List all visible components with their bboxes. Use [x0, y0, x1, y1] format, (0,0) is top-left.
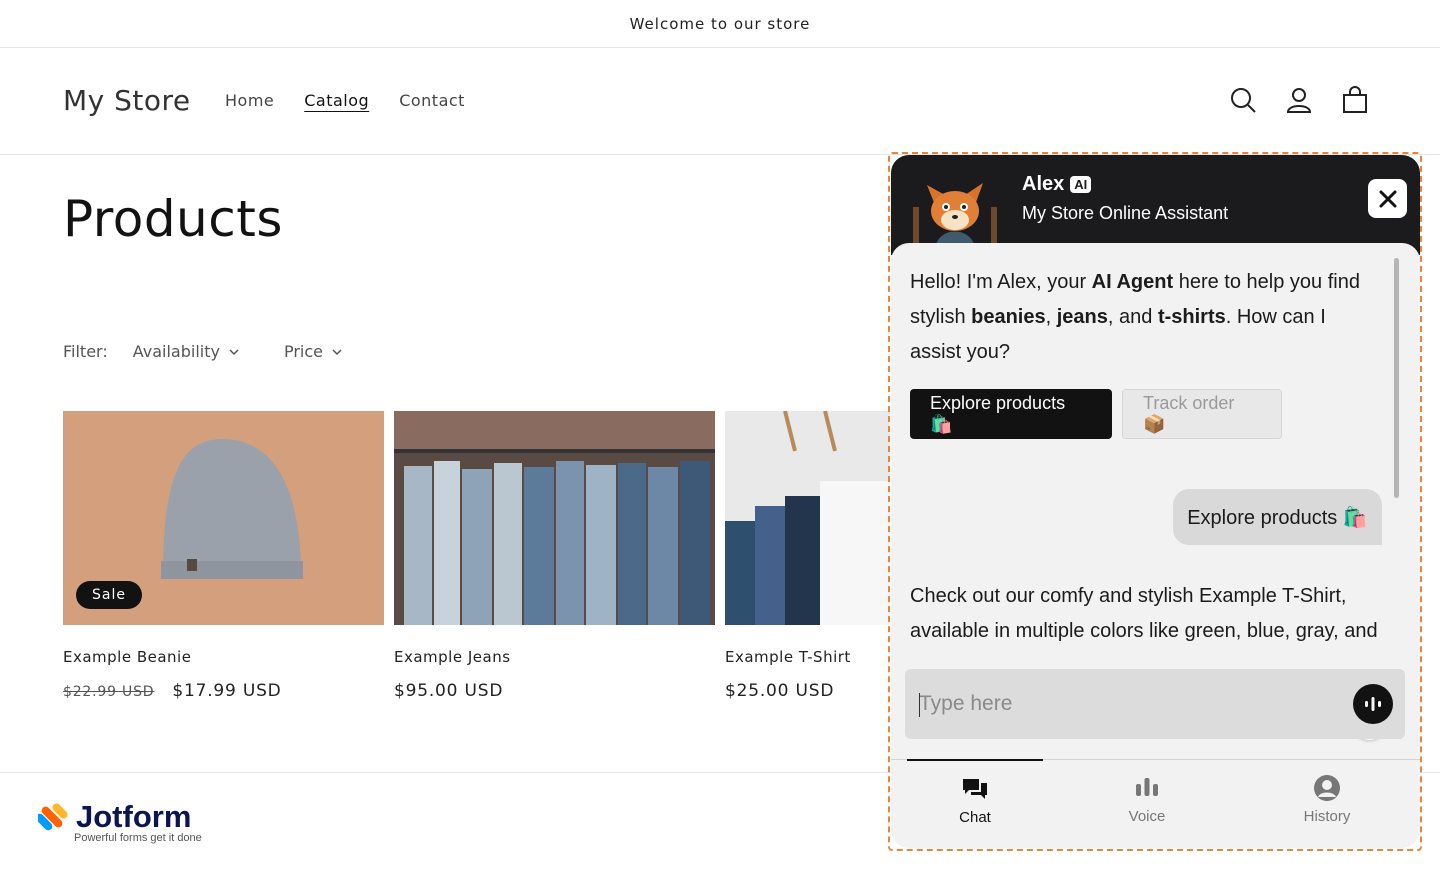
- search-icon[interactable]: [1228, 85, 1258, 115]
- product-card-jeans[interactable]: Example Jeans $95.00 USD: [394, 411, 715, 701]
- sale-price: $17.99 USD: [172, 681, 282, 701]
- store-logo[interactable]: My Store: [63, 84, 191, 117]
- jotform-logo[interactable]: Jotform Powerful forms get it done: [38, 799, 202, 844]
- message-bold: beanies: [971, 306, 1046, 328]
- agent-subtitle: My Store Online Assistant: [1022, 203, 1229, 223]
- filter-bar: Filter: Availability Price: [63, 342, 387, 361]
- tab-history[interactable]: History: [1259, 760, 1395, 848]
- track-order-button[interactable]: Track order 📦: [1122, 389, 1282, 439]
- filter-price[interactable]: Price: [284, 342, 343, 361]
- voice-bars-icon: [1136, 778, 1158, 796]
- user-circle-icon: [1314, 775, 1340, 801]
- product-name[interactable]: Example Jeans: [394, 648, 715, 666]
- product-image-jeans[interactable]: [394, 411, 715, 625]
- tab-voice-label: Voice: [1128, 808, 1166, 825]
- jotform-mark-icon: [38, 803, 68, 831]
- message-bold: AI Agent: [1091, 271, 1174, 293]
- text-caret: [919, 693, 920, 717]
- nav-catalog[interactable]: Catalog: [304, 91, 369, 110]
- product-name[interactable]: Example Beanie: [63, 648, 384, 666]
- chat-bubbles-icon: [963, 779, 987, 799]
- audio-wave-icon: [1365, 697, 1381, 711]
- chat-input-container: [905, 669, 1405, 739]
- tshirt-illustration: [725, 411, 890, 625]
- message-bold: t-shirts: [1157, 306, 1226, 328]
- nav-home[interactable]: Home: [225, 91, 274, 110]
- tab-history-label: History: [1303, 808, 1351, 825]
- cart-icon[interactable]: [1340, 85, 1370, 115]
- agent-message: Check out our comfy and stylish Example …: [910, 585, 1378, 642]
- product-card-beanie[interactable]: Sale Example Beanie $22.99 USD $17.99 US…: [63, 411, 384, 701]
- voice-input-button[interactable]: [1353, 684, 1393, 724]
- chevron-down-icon: [229, 348, 239, 355]
- agent-message: Hello! I'm Alex, your AI Agent here to h…: [910, 265, 1380, 370]
- product-price: $22.99 USD $17.99 USD: [63, 681, 384, 701]
- user-message: Explore products 🛍️: [1173, 489, 1382, 545]
- agent-name: Alex AI: [1022, 173, 1092, 196]
- tab-chat[interactable]: Chat: [907, 759, 1043, 848]
- filter-price-label: Price: [283, 342, 323, 361]
- message-bold: jeans: [1056, 306, 1108, 328]
- regular-price: $95.00 USD: [394, 681, 504, 701]
- product-image-beanie[interactable]: Sale: [63, 411, 384, 625]
- explore-products-button[interactable]: Explore products 🛍️: [910, 389, 1112, 439]
- message-text: Hello! I'm Alex, your: [910, 271, 1092, 293]
- original-price: $22.99 USD: [63, 684, 155, 700]
- jotform-wordmark: Jotform: [76, 799, 192, 834]
- page-title: Products: [63, 190, 283, 248]
- account-icon[interactable]: [1284, 85, 1314, 115]
- jotform-tagline: Powerful forms get it done: [74, 832, 202, 844]
- filter-availability[interactable]: Availability: [133, 342, 240, 361]
- chat-scrollbar[interactable]: [1394, 258, 1399, 498]
- chat-header: Alex AI My Store Online Assistant: [891, 155, 1420, 255]
- chat-input[interactable]: [919, 669, 1339, 739]
- product-name[interactable]: Example T-Shirt: [725, 648, 890, 666]
- product-price: $95.00 USD: [394, 681, 715, 701]
- chat-tabs: Chat Voice History: [891, 759, 1420, 848]
- site-header: My Store Home Catalog Contact: [0, 48, 1440, 155]
- close-icon: [1379, 190, 1396, 207]
- jeans-illustration: [394, 411, 715, 625]
- chat-messages[interactable]: Hello! I'm Alex, your AI Agent here to h…: [891, 243, 1420, 740]
- message-text: , and: [1107, 306, 1158, 328]
- product-image-tshirt[interactable]: [725, 411, 890, 625]
- announcement-bar: Welcome to our store: [0, 0, 1440, 48]
- announcement-text: Welcome to our store: [629, 14, 811, 33]
- fox-avatar-icon: [913, 183, 997, 251]
- product-card-tshirt[interactable]: Example T-Shirt $25.00 USD: [725, 411, 890, 701]
- filter-availability-label: Availability: [132, 342, 220, 361]
- nav-contact[interactable]: Contact: [399, 91, 465, 110]
- chat-widget: Alex AI My Store Online Assistant Hello!…: [891, 155, 1420, 848]
- tab-chat-label: Chat: [959, 809, 991, 826]
- message-text: ,: [1045, 306, 1057, 328]
- close-chat-button[interactable]: [1368, 179, 1407, 218]
- tab-voice[interactable]: Voice: [1079, 760, 1215, 848]
- chevron-down-icon: [332, 348, 342, 355]
- main-nav: Home Catalog Contact: [225, 91, 465, 110]
- regular-price: $25.00 USD: [725, 681, 835, 701]
- product-price: $25.00 USD: [725, 681, 890, 701]
- sale-badge: Sale: [76, 581, 142, 609]
- filter-label: Filter:: [63, 342, 108, 361]
- ai-badge: AI: [1070, 176, 1092, 193]
- agent-name-text: Alex: [1022, 173, 1065, 195]
- header-actions: [1228, 85, 1370, 115]
